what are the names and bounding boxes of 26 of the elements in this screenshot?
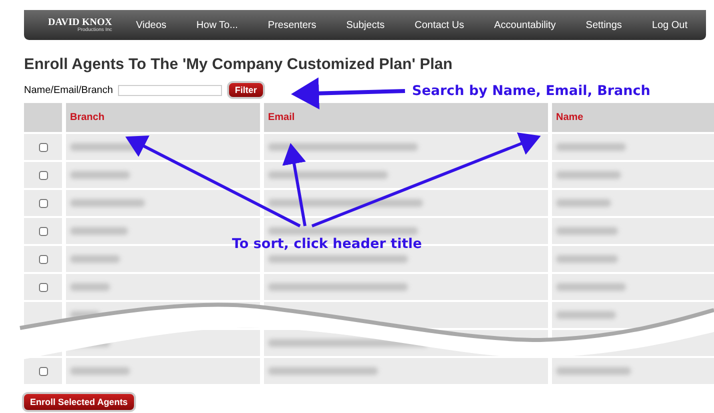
checkbox[interactable] [38, 142, 48, 152]
checkbox[interactable] [38, 254, 48, 264]
nav-link[interactable]: How To... [196, 20, 238, 30]
annotation-text: Search by Name, Email, Branch [412, 83, 650, 99]
filter-button[interactable]: Filter [226, 81, 265, 99]
nav-link[interactable]: Accountability [494, 20, 556, 30]
nav-link[interactable]: Contact Us [414, 20, 464, 30]
annotation-text: To sort, click header title [232, 236, 422, 252]
nav-link[interactable]: Settings [586, 20, 622, 30]
nav-link[interactable]: Subjects [346, 20, 385, 30]
nav-link[interactable]: Log Out [652, 20, 688, 30]
nav-link[interactable]: Presenters [268, 20, 316, 30]
filter-label: Name/Email/Branch [24, 84, 113, 96]
enroll-button[interactable]: Enroll Selected Agents [22, 392, 136, 412]
column-header[interactable]: Name [552, 103, 714, 132]
nav-link[interactable]: Videos [136, 20, 166, 30]
checkbox[interactable] [38, 198, 48, 208]
checkbox[interactable] [38, 282, 48, 292]
page-title: Enroll Agents To The 'My Company Customized Plan' Plan [24, 56, 454, 74]
column-header[interactable]: Branch [66, 103, 260, 132]
header-cell [24, 103, 62, 132]
search-field[interactable] [118, 84, 222, 96]
checkbox[interactable] [38, 226, 48, 236]
checkbox[interactable] [38, 170, 48, 180]
column-header[interactable]: Email [264, 103, 548, 132]
checkbox[interactable] [38, 366, 48, 376]
